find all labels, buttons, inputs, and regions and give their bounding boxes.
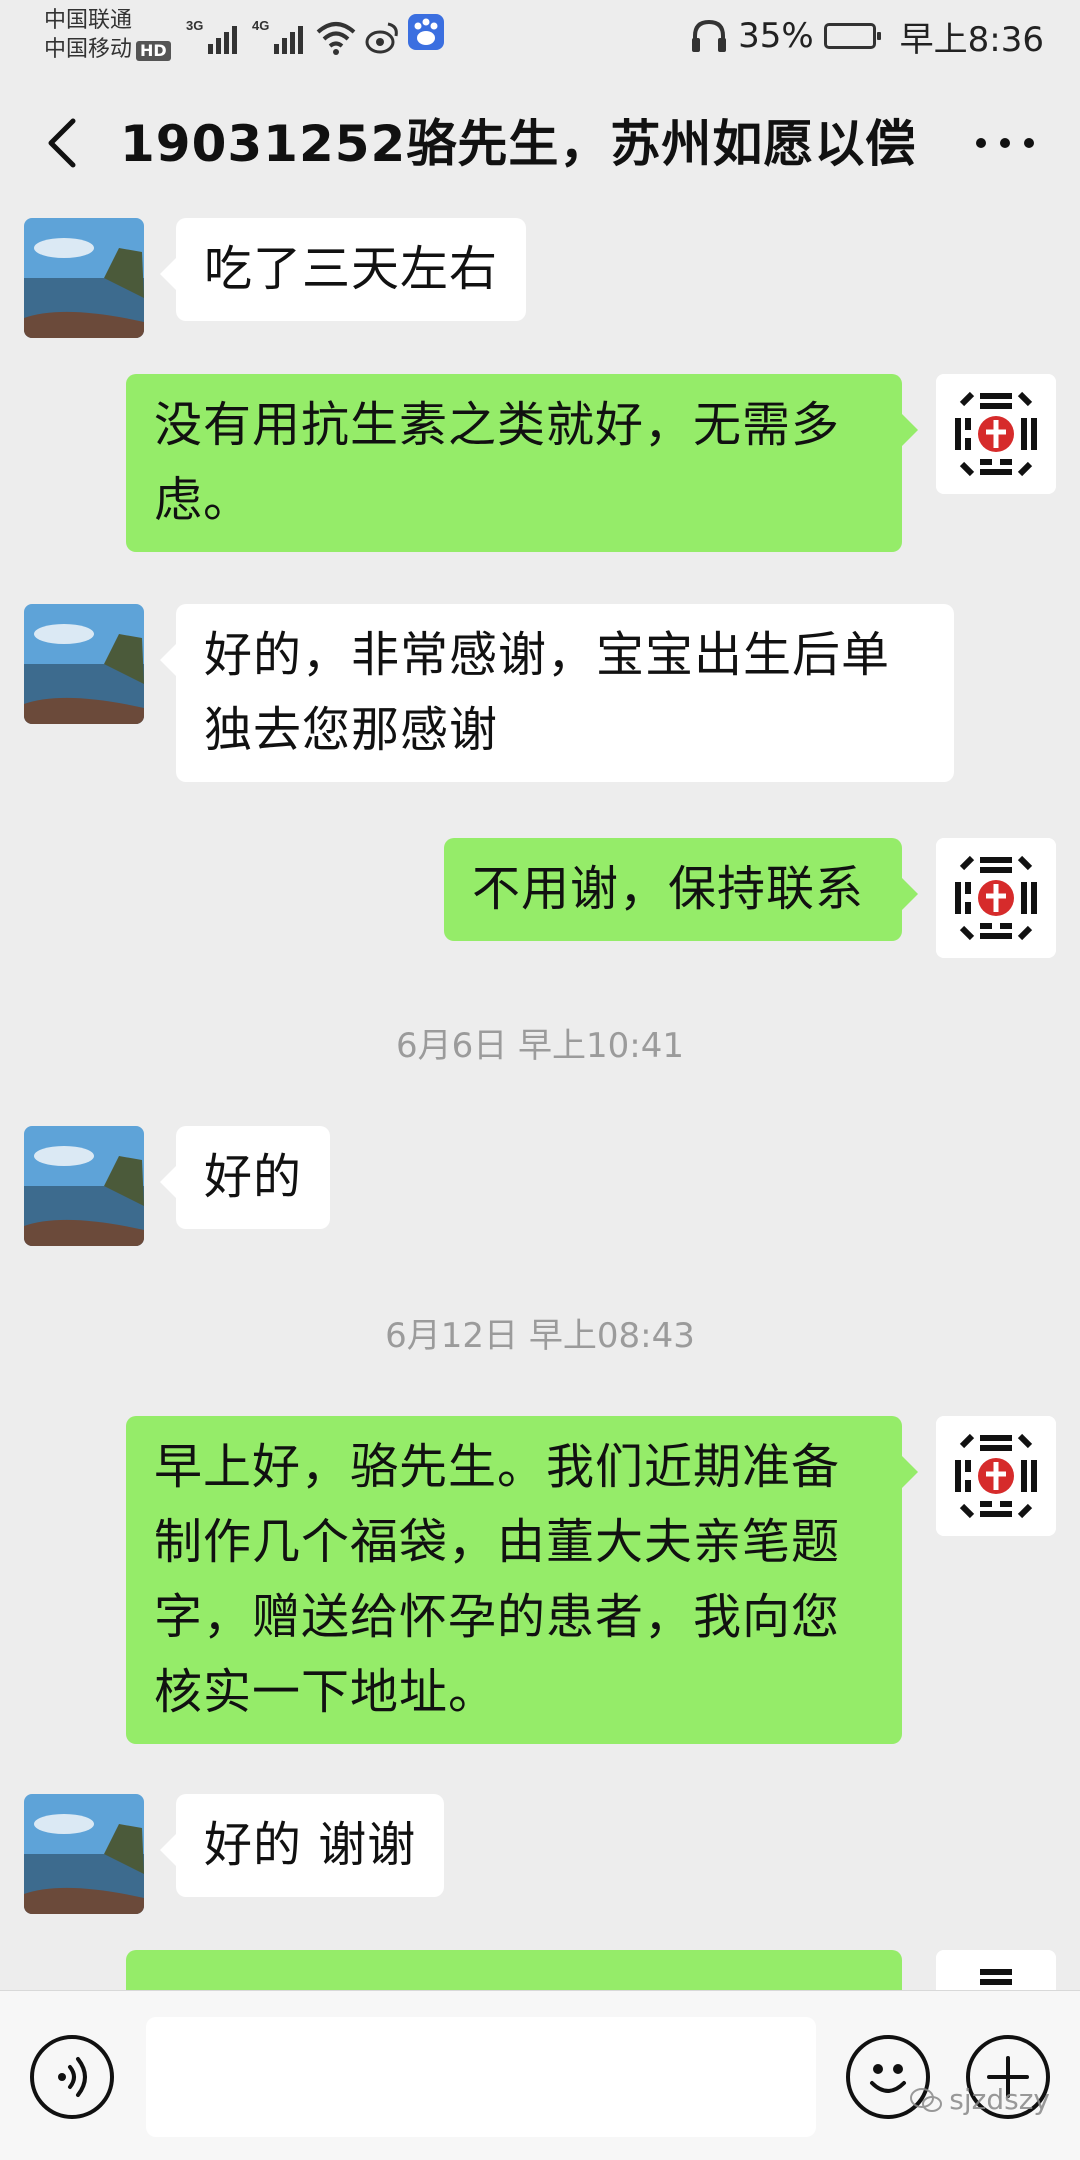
my-avatar[interactable] <box>936 1416 1056 1536</box>
message-input[interactable] <box>146 2017 816 2137</box>
message-bubble-outgoing[interactable]: 不用谢，保持联系 <box>444 838 918 941</box>
message-text-line: 制作几个福袋，由董大夫亲笔题 <box>154 1514 841 1570</box>
chevron-left-icon <box>48 118 76 168</box>
message-bubble-incoming[interactable]: 好的，非常感谢，宝宝出生后单 独去您那感谢 <box>160 604 954 782</box>
seascape-avatar-image <box>24 1794 144 1914</box>
hd-badge: HD <box>136 41 171 61</box>
my-avatar[interactable] <box>936 1950 1056 1990</box>
my-avatar[interactable] <box>936 374 1056 494</box>
network-3g-label: 3G <box>186 18 203 33</box>
message-text-line: 虑。 <box>154 472 253 528</box>
voice-wave-icon <box>58 2057 87 2097</box>
message-text: 吃了三天左右 <box>204 241 499 297</box>
input-bar: sjzdszy <box>0 1990 1080 2160</box>
clinic-logo-icon <box>936 374 1056 494</box>
message-text-line: 核实一下地址。 <box>154 1664 498 1720</box>
clock: 早上8:36 <box>899 19 1044 60</box>
message-bubble-outgoing[interactable]: 早上好，骆先生。我们近期准备 制作几个福袋，由董大夫亲笔题 字，赠送给怀孕的患者… <box>126 1416 918 1744</box>
carrier-info: 中国联通 中国移动 HD <box>44 6 184 64</box>
clinic-logo-icon <box>936 1950 1056 1990</box>
message-text: 不用谢，保持联系 <box>472 861 865 917</box>
wechat-icon <box>910 2087 943 2112</box>
message-text: 好的 谢谢 <box>204 1817 417 1873</box>
baidu-icon <box>408 14 444 50</box>
clinic-logo-icon <box>936 1416 1056 1536</box>
chat-header: 19031252骆先生，苏州如愿以偿 <box>0 72 1080 214</box>
contact-avatar[interactable] <box>24 604 144 724</box>
carrier-2-name: 中国移动 <box>44 37 133 62</box>
seascape-avatar-image <box>24 1126 144 1246</box>
seascape-avatar-image <box>24 218 144 338</box>
message-text: 好的 <box>204 1149 303 1205</box>
battery-icon <box>823 23 881 49</box>
status-bar: 中国联通 中国移动 HD 3G 4G 35% 早上8:36 <box>0 0 1080 72</box>
back-button[interactable] <box>36 116 86 170</box>
chat-timestamp: 6月6日 早上10:41 <box>395 1026 685 1066</box>
message-bubble-incoming[interactable]: 吃了三天左右 <box>159 218 527 321</box>
contact-avatar[interactable] <box>24 1126 144 1246</box>
chat-title: 19031252骆先生，苏州如愿以偿 <box>120 115 917 173</box>
watermark: sjzdszy <box>909 2083 1050 2116</box>
message-list[interactable]: 吃了三天左右 没有用抗生素之类就好，无需多 虑。 好的，非常感谢，宝宝出生后单 … <box>0 214 1080 1990</box>
weibo-icon <box>365 22 398 54</box>
status-right: 35% 早上8:36 <box>690 14 1044 60</box>
signal-3g-icon: 3G <box>186 18 237 54</box>
contact-avatar[interactable] <box>24 1794 144 1914</box>
contact-avatar[interactable] <box>24 218 144 338</box>
headphones-icon <box>692 19 727 52</box>
message-bubble-incoming[interactable]: 好的 <box>159 1126 331 1229</box>
message-text-line: 字，赠送给怀孕的患者，我向您 <box>154 1589 841 1645</box>
network-4g-label: 4G <box>252 18 269 33</box>
message-text-line: 独去您那感谢 <box>204 702 499 758</box>
more-options-button[interactable] <box>970 116 1040 170</box>
battery-percent: 35% <box>738 16 814 56</box>
message-text-line: 好的，非常感谢，宝宝出生后单 <box>204 627 891 683</box>
more-dot-icon <box>1000 138 1010 148</box>
message-text-line: 没有用抗生素之类就好，无需多 <box>154 397 841 453</box>
voice-input-button[interactable] <box>30 2035 114 2119</box>
my-avatar[interactable] <box>936 838 1056 958</box>
seascape-avatar-image <box>24 604 144 724</box>
signal-4g-icon: 4G <box>252 18 303 54</box>
message-text-line: 早上好，骆先生。我们近期准备 <box>154 1439 841 1495</box>
wifi-icon <box>316 22 356 55</box>
clinic-logo-icon <box>936 838 1056 958</box>
more-dot-icon <box>976 138 986 148</box>
more-dot-icon <box>1024 138 1034 148</box>
message-bubble-outgoing[interactable]: 没有用抗生素之类就好，无需多 虑。 <box>126 374 918 552</box>
carrier-2: 中国移动 HD <box>44 35 184 64</box>
watermark-text: sjzdszy <box>949 2083 1050 2116</box>
chat-timestamp: 6月12日 早上08:43 <box>385 1316 695 1356</box>
message-bubble-incoming[interactable]: 好的 谢谢 <box>159 1794 445 1897</box>
carrier-1: 中国联通 <box>44 8 133 33</box>
message-bubble-outgoing[interactable] <box>126 1950 902 1990</box>
